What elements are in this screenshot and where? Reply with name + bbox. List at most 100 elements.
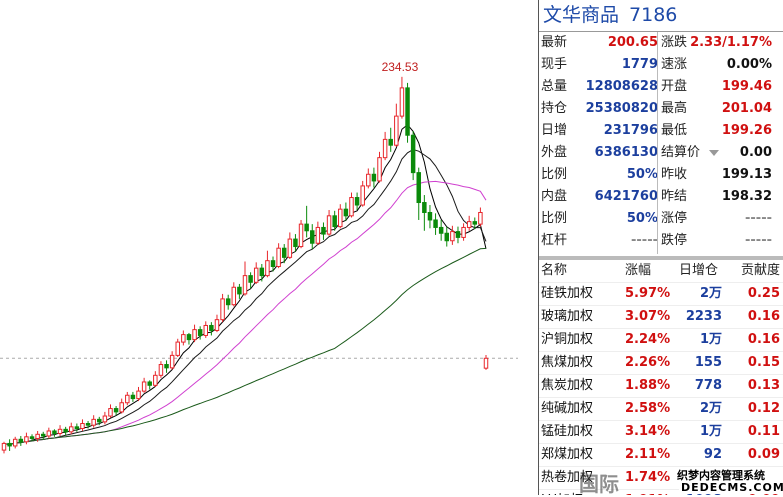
contrib-row[interactable]: 热卷加权 1.74% — [539, 466, 783, 489]
candle-body — [130, 394, 136, 400]
quote-row: 现手 1779 速涨 0.00% — [539, 54, 783, 76]
quote-row: 持仓 25380820 最高 201.04 — [539, 98, 783, 120]
quote-label: 杠杆 — [541, 233, 568, 248]
quote-label: 最高 — [661, 101, 688, 116]
contrib-name: 硅铁加权 — [541, 286, 594, 301]
candle-body — [141, 381, 147, 392]
contrib-row[interactable]: 焦炭加权 1.88% 778 0.13 — [539, 374, 783, 397]
quote-value: 1779 — [621, 57, 658, 72]
quote-label: 日增 — [541, 123, 568, 138]
candle-body — [388, 138, 393, 146]
candle-body — [349, 197, 354, 217]
contrib-oi: 2万 — [699, 401, 722, 416]
contrib-value: 0.12 — [747, 401, 780, 416]
candle-body — [377, 157, 382, 182]
candle-body — [158, 364, 164, 376]
quote-value: 2.33/1.17% — [690, 35, 772, 50]
contrib-change: 5.97% — [625, 286, 671, 301]
candle-body — [270, 260, 276, 267]
contrib-oi: 778 — [694, 378, 722, 393]
quote-table: 最新 200.65 涨跌 2.33/1.17% 现手 1779 速涨 0.00% 总量 12808… — [539, 32, 783, 252]
contrib-oi: 155 — [694, 355, 722, 370]
quote-label: 比例 — [541, 211, 568, 226]
candle-body — [29, 436, 35, 439]
candle-body — [214, 319, 220, 331]
quote-value: 201.04 — [721, 101, 772, 116]
contrib-value: 0.16 — [747, 332, 780, 347]
candle-body — [97, 418, 102, 423]
contrib-change: 1.91% — [625, 490, 670, 495]
contrib-name: 郑煤加权 — [541, 447, 594, 462]
candle-body — [371, 173, 377, 182]
ma10-line — [3, 148, 487, 446]
contrib-header-oi[interactable]: 日增仓 — [679, 260, 718, 282]
quote-value: 0.00 — [739, 145, 772, 160]
contrib-change: 2.11% — [625, 447, 671, 462]
quote-column-divider — [657, 32, 658, 254]
candle-body — [253, 267, 259, 283]
candle-body — [310, 230, 315, 244]
quote-value: 50% — [626, 211, 658, 226]
candle-body — [63, 428, 68, 433]
dropdown-icon[interactable] — [709, 150, 719, 156]
candles — [1, 76, 489, 454]
contrib-value: 0.09 — [747, 447, 780, 462]
contrib-row[interactable]: 郑煤加权 2.11% 92 0.09 — [539, 443, 783, 466]
contrib-oi: 1万 — [699, 332, 722, 347]
contrib-change: 1.88% — [625, 378, 671, 393]
contrib-name: 玻璃加权 — [541, 309, 594, 324]
candle-body — [85, 423, 91, 426]
quote-label: 涨跌 — [661, 35, 688, 50]
candle-body — [276, 247, 281, 267]
contrib-oi: 2万 — [699, 286, 722, 301]
contrib-header-change[interactable]: 涨幅 — [625, 260, 651, 282]
instrument-code: 7186 — [629, 4, 678, 26]
contrib-value: 0.13 — [747, 378, 780, 393]
contrib-row[interactable]: 纯碱加权 2.58% 2万 0.12 — [539, 397, 783, 420]
contrib-row[interactable]: 硅铁加权 5.97% 2万 0.25 — [539, 282, 783, 305]
candle-body — [225, 298, 231, 306]
quote-label: 持仓 — [541, 101, 568, 116]
contrib-header-contrib[interactable]: 贡献度 — [741, 260, 780, 282]
contrib-oi: 92 — [703, 447, 722, 462]
candle-body — [164, 364, 169, 369]
contrib-change: 2.26% — [625, 355, 671, 370]
candle-body — [287, 238, 293, 258]
contrib-row[interactable]: LU加权 1.91% 1098 0.09 — [539, 489, 783, 495]
quote-value: 199.26 — [721, 123, 772, 138]
candle-body — [416, 172, 421, 204]
candle-body — [438, 226, 444, 234]
candle-body — [483, 357, 489, 369]
candle-body — [293, 238, 298, 248]
contrib-header-name[interactable]: 名称 — [541, 260, 567, 282]
quote-row: 日增 231796 最低 199.26 — [539, 120, 783, 142]
candle-body — [80, 423, 85, 429]
contrib-value: 0.09 — [748, 490, 780, 495]
instrument-title: 文华商品 7186 — [539, 0, 783, 32]
quote-value: ----- — [631, 233, 658, 248]
quote-label: 速涨 — [661, 57, 688, 72]
candle-body — [197, 329, 203, 336]
candle-body — [12, 438, 18, 447]
candle-body — [399, 87, 405, 117]
contrib-row[interactable]: 沪铜加权 2.24% 1万 0.16 — [539, 328, 783, 351]
quote-value: 6386130 — [594, 145, 658, 160]
contrib-row[interactable]: 焦煤加权 2.26% 155 0.15 — [539, 351, 783, 374]
candle-body — [444, 232, 450, 242]
candle-body — [298, 223, 304, 248]
candle-body — [203, 324, 209, 336]
contrib-row[interactable]: 玻璃加权 3.07% 2233 0.16 — [539, 305, 783, 328]
contrib-value: 0.11 — [747, 424, 780, 439]
quote-value: 25380820 — [585, 101, 658, 116]
quote-row: 比例 50% 涨停 ----- — [539, 208, 783, 230]
quote-label: 昨结 — [661, 189, 688, 204]
candle-body — [7, 442, 12, 447]
contrib-header: 名称 涨幅 日增仓 贡献度 — [539, 260, 783, 282]
candle-body — [40, 433, 46, 437]
contrib-name: 沪铜加权 — [541, 332, 594, 347]
contrib-row[interactable]: 锰硅加权 3.14% 1万 0.11 — [539, 420, 783, 443]
candle-body — [108, 408, 113, 417]
candlestick-chart[interactable]: 234.53 — [0, 0, 518, 495]
contrib-change: 2.58% — [625, 401, 671, 416]
candle-body — [186, 334, 192, 341]
